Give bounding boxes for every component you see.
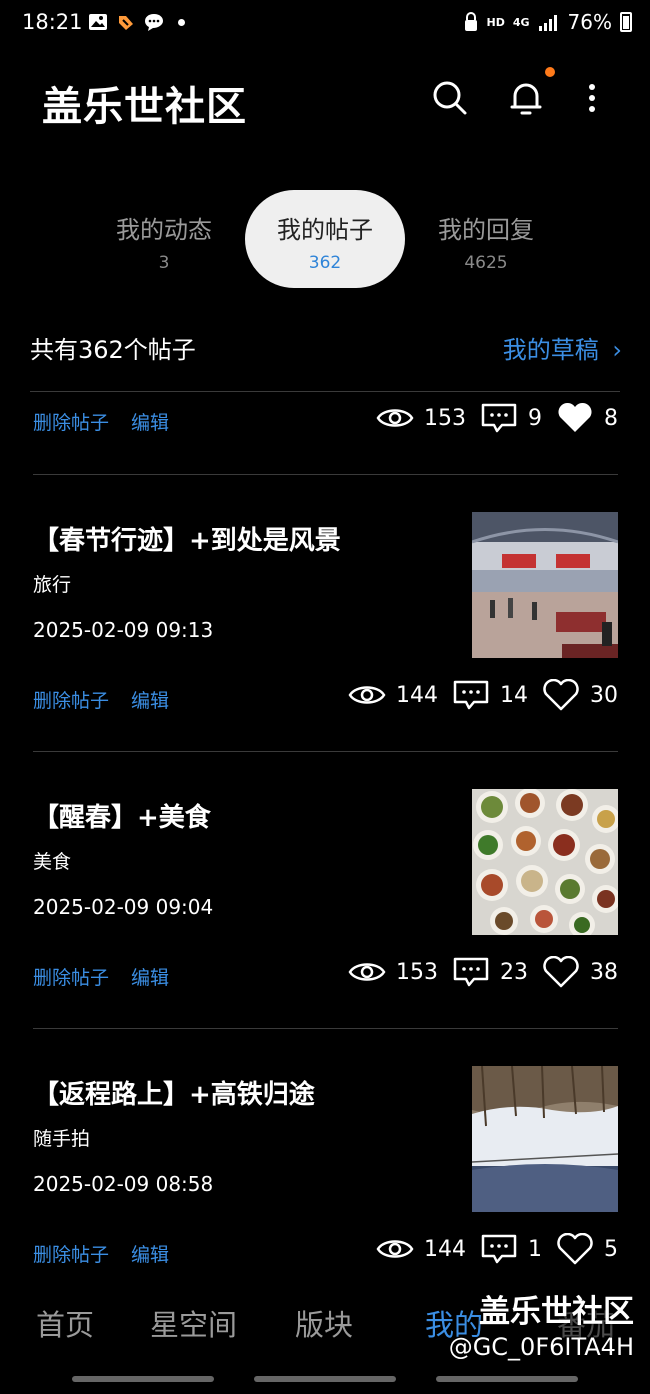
comments-count: 14 <box>500 682 528 708</box>
views-count: 153 <box>424 405 466 431</box>
post-stats: 144 1 5 <box>362 1233 618 1265</box>
post-date: 2025-02-09 09:13 <box>33 618 214 642</box>
heart-outline-icon[interactable] <box>542 679 580 711</box>
eye-icon <box>376 1240 414 1258</box>
post-title[interactable]: 【春节行迹】+到处是风景 <box>33 520 341 557</box>
comments-count: 23 <box>500 959 528 985</box>
heart-outline-icon[interactable] <box>556 1233 594 1265</box>
edit-post-button[interactable]: 编辑 <box>131 408 169 435</box>
tab-my-posts[interactable]: 我的帖子 362 <box>245 190 405 288</box>
message-icon <box>145 14 163 31</box>
tab-count: 362 <box>308 253 342 273</box>
watermark: 盖乐世社区 @GC_0F6ITA4H <box>449 1286 634 1361</box>
post-date: 2025-02-09 08:58 <box>33 1172 214 1196</box>
post-category: 美食 <box>33 851 72 873</box>
signal-icon <box>538 15 557 31</box>
tab-label: 我的动态 <box>116 216 212 244</box>
hd-indicator: HD <box>486 15 505 29</box>
status-notification-icons <box>88 12 185 32</box>
heart-outline-icon[interactable] <box>542 956 580 988</box>
edit-post-button[interactable]: 编辑 <box>131 963 169 990</box>
post-title[interactable]: 【返程路上】+高铁归途 <box>33 1074 315 1111</box>
tab-label: 我的帖子 <box>277 216 373 244</box>
status-bar: 18:21 HD 4G 76% <box>0 0 650 50</box>
status-system-icons: HD 4G 76% <box>463 10 632 34</box>
network-4g-indicator: 4G <box>512 15 530 29</box>
divider <box>30 391 620 392</box>
eye-icon <box>348 963 386 981</box>
post-total-count: 共有362个帖子 <box>30 336 196 364</box>
post-date: 2025-02-09 09:04 <box>33 895 214 919</box>
tab-label: 我的回复 <box>438 216 534 244</box>
divider <box>33 474 618 475</box>
tab-count: 4625 <box>464 253 508 273</box>
more-vertical-icon[interactable] <box>572 78 612 118</box>
post-actions: 删除帖子 编辑 <box>33 686 169 713</box>
post-actions: 删除帖子 编辑 <box>33 408 169 435</box>
post-actions: 删除帖子 编辑 <box>33 963 169 990</box>
comments-count: 9 <box>528 405 542 431</box>
battery-percent: 76% <box>567 10 612 34</box>
lock-icon <box>464 12 477 31</box>
divider <box>33 751 618 752</box>
eye-icon <box>348 686 386 704</box>
drafts-link[interactable]: 我的草稿 › <box>503 330 622 365</box>
post-stats: 153 9 8 <box>362 402 618 434</box>
status-more-dot <box>178 18 185 26</box>
delete-post-button[interactable]: 删除帖子 <box>33 963 109 990</box>
delete-post-button[interactable]: 删除帖子 <box>33 408 109 435</box>
app-notification-icon <box>119 16 133 30</box>
delete-post-button[interactable]: 删除帖子 <box>33 1240 109 1267</box>
status-time: 18:21 <box>22 10 83 34</box>
views-count: 144 <box>396 682 438 708</box>
edit-post-button[interactable]: 编辑 <box>131 1240 169 1267</box>
eye-icon <box>376 409 414 427</box>
gesture-bar <box>254 1376 396 1382</box>
delete-post-button[interactable]: 删除帖子 <box>33 686 109 713</box>
drafts-label: 我的草稿 <box>502 336 599 364</box>
post-title[interactable]: 【醒春】+美食 <box>33 797 211 834</box>
comment-icon <box>453 680 489 710</box>
tab-my-activity[interactable]: 我的动态 3 <box>84 190 244 288</box>
snowy-landscape-photo[interactable] <box>472 1066 618 1212</box>
post-stats: 153 23 38 <box>334 956 618 988</box>
chevron-right-icon: › <box>612 336 622 364</box>
gesture-bar <box>436 1376 578 1382</box>
nav-home[interactable]: 首页 <box>36 1302 94 1344</box>
likes-count: 8 <box>604 405 618 431</box>
food-dishes-photo[interactable] <box>472 789 618 935</box>
post-category: 随手拍 <box>33 1128 91 1150</box>
tab-count: 3 <box>158 253 170 273</box>
comment-icon <box>453 957 489 987</box>
battery-icon <box>620 12 632 32</box>
divider <box>33 1028 618 1029</box>
search-icon[interactable] <box>430 78 470 118</box>
gesture-bar <box>72 1376 214 1382</box>
heart-filled-icon[interactable] <box>556 402 594 434</box>
comment-icon <box>481 403 517 433</box>
likes-count: 38 <box>590 959 618 985</box>
likes-count: 5 <box>604 1236 618 1262</box>
bell-icon[interactable] <box>506 78 546 118</box>
gallery-icon <box>89 14 107 30</box>
watermark-user: @GC_0F6ITA4H <box>448 1333 634 1361</box>
likes-count: 30 <box>590 682 618 708</box>
train-station-photo[interactable] <box>472 512 618 658</box>
notification-dot <box>545 67 555 77</box>
nav-boards[interactable]: 版块 <box>295 1302 353 1344</box>
views-count: 144 <box>424 1236 466 1262</box>
watermark-title: 盖乐世社区 <box>479 1294 634 1330</box>
nav-star-space[interactable]: 星空间 <box>150 1302 237 1344</box>
tab-my-replies[interactable]: 我的回复 4625 <box>406 190 566 288</box>
app-title: 盖乐世社区 <box>42 84 247 130</box>
post-actions: 删除帖子 编辑 <box>33 1240 169 1267</box>
post-category: 旅行 <box>33 574 72 596</box>
comment-icon <box>481 1234 517 1264</box>
comments-count: 1 <box>528 1236 542 1262</box>
views-count: 153 <box>396 959 438 985</box>
edit-post-button[interactable]: 编辑 <box>131 686 169 713</box>
post-stats: 144 14 30 <box>334 679 618 711</box>
